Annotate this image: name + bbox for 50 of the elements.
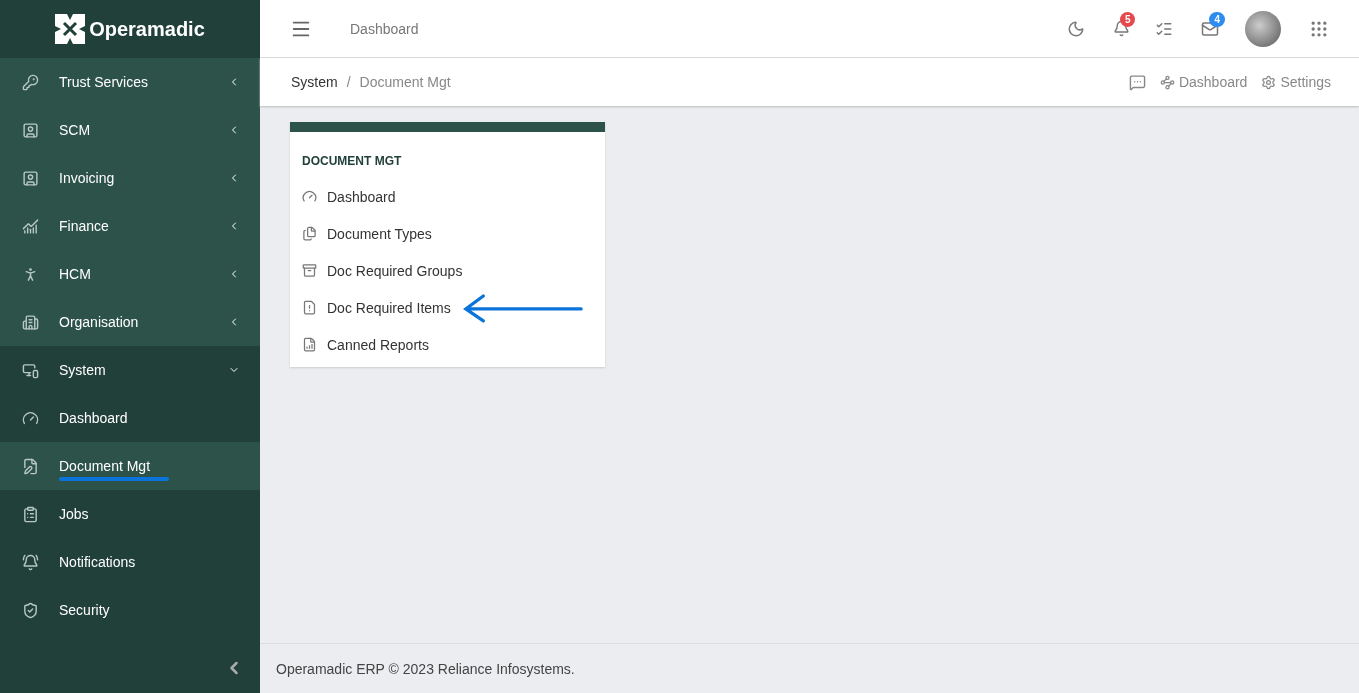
- report-icon: [302, 337, 317, 352]
- header-link[interactable]: Settings: [1261, 74, 1331, 90]
- sidebar-item[interactable]: Trust Services: [0, 58, 260, 106]
- breadcrumb-item: Document Mgt: [359, 74, 451, 90]
- page-title: Dashboard: [350, 20, 420, 37]
- message-badge: 4: [1209, 12, 1225, 27]
- chat-icon[interactable]: [1128, 73, 1146, 91]
- sidebar-item[interactable]: HCM: [0, 250, 260, 298]
- footer-text: Operamadic ERP © 2023 Reliance Infosystems.: [260, 643, 1359, 693]
- user-frame-icon: [22, 121, 39, 139]
- monitor-icon: [22, 361, 39, 379]
- card-menu-item[interactable]: Dashboard: [302, 178, 593, 215]
- sidebar-item[interactable]: Jobs: [0, 490, 260, 538]
- avatar[interactable]: [1245, 10, 1281, 47]
- sidebar-item[interactable]: SCM: [0, 106, 260, 154]
- sidebar-item[interactable]: Finance: [0, 202, 260, 250]
- card-menu-item[interactable]: Document Types: [302, 215, 593, 252]
- cabinet-icon: [302, 263, 317, 278]
- user-frame-icon: [22, 169, 39, 187]
- sidebar-item[interactable]: System: [0, 346, 260, 394]
- sidebar-item[interactable]: Invoicing: [0, 154, 260, 202]
- gauge-icon: [22, 409, 39, 427]
- logo-icon: [55, 14, 86, 44]
- header-link[interactable]: Dashboard: [1159, 74, 1248, 90]
- card-title: DOCUMENT MGT: [302, 154, 403, 168]
- chart-icon: [22, 217, 39, 235]
- sidebar-item[interactable]: Security: [0, 586, 260, 634]
- key-icon: [22, 73, 39, 91]
- sidebar-item[interactable]: Document Mgt: [0, 442, 260, 490]
- gauge-icon: [302, 189, 317, 204]
- sidebar-item[interactable]: Organisation: [0, 298, 260, 346]
- bell-icon: [22, 553, 39, 571]
- document-edit-icon: [22, 457, 39, 475]
- settings-icon: [1261, 74, 1277, 90]
- document-alert-icon: [302, 300, 317, 315]
- shield-icon: [22, 601, 39, 619]
- card-menu-item[interactable]: Doc Required Groups: [302, 252, 593, 289]
- files-icon: [302, 226, 317, 241]
- card-menu-item[interactable]: Canned Reports: [302, 326, 593, 363]
- clipboard-icon: [22, 505, 39, 523]
- breadcrumb-separator: /: [346, 74, 351, 90]
- card-menu-item[interactable]: Doc Required Items: [302, 289, 593, 326]
- sidebar-item[interactable]: Notifications: [0, 538, 260, 586]
- breadcrumb-item[interactable]: System: [291, 74, 338, 90]
- notification-badge: 5: [1119, 12, 1136, 27]
- moon-icon[interactable]: [1066, 19, 1085, 38]
- building-icon: [22, 313, 39, 331]
- sidebar-item[interactable]: Dashboard: [0, 394, 260, 442]
- logo[interactable]: Operamadic: [0, 0, 260, 58]
- graph-icon: [1159, 74, 1175, 90]
